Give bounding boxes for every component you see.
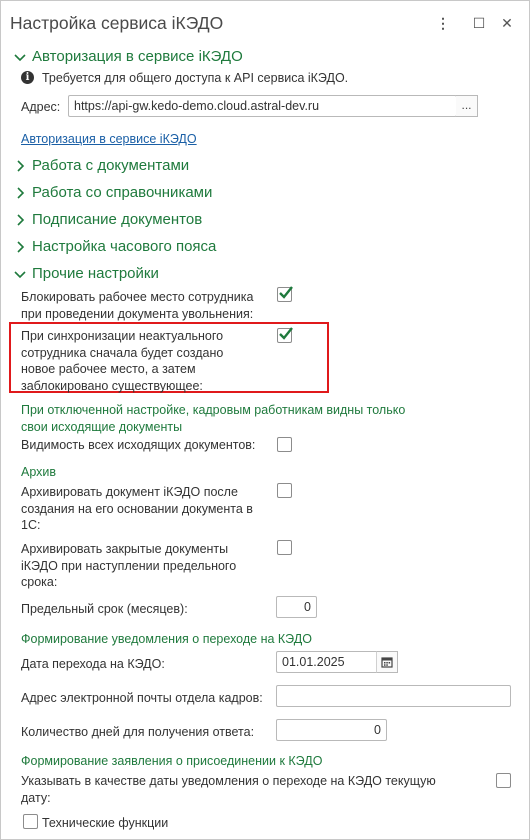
limit-label: Предельный срок (месяцев): [21, 602, 188, 616]
visibility-hint-line1: При отключенной настройке, кадровым рабо… [21, 403, 406, 417]
chevron-down-icon [12, 266, 28, 282]
calendar-button[interactable] [376, 651, 398, 673]
sync-inactive-label-line2: сотрудника сначала будет создано [21, 345, 224, 360]
application-title: Формирование заявления о присоединении к… [21, 754, 323, 768]
address-select-button[interactable]: ... [456, 95, 478, 117]
sync-inactive-label: При синхронизации неактуального сотрудни… [21, 328, 223, 394]
section-signing-header[interactable]: Подписание документов [12, 211, 202, 228]
archive-closed-line3: срока: [21, 575, 58, 589]
email-input[interactable] [276, 685, 511, 707]
visibility-checkbox[interactable] [277, 437, 292, 452]
block-workplace-label: Блокировать рабочее место сотрудника при… [21, 289, 253, 322]
current-date-label-line1: Указывать в качестве даты уведомления о … [21, 774, 436, 788]
archive-after-create-line3: 1С: [21, 518, 41, 532]
sync-inactive-label-line4: заблокировано существующее: [21, 378, 203, 393]
archive-title: Архив [21, 465, 57, 479]
section-other-header[interactable]: Прочие настройки [12, 265, 159, 282]
chevron-down-icon [12, 49, 28, 65]
date-label: Дата перехода на КЭДО: [21, 657, 165, 671]
section-documents-header[interactable]: Работа с документами [12, 157, 189, 174]
info-icon: i [21, 71, 34, 84]
checkmark-icon [279, 286, 293, 299]
close-button[interactable]: ✕ [499, 15, 515, 31]
current-date-label: Указывать в качестве даты уведомления о … [21, 773, 436, 806]
chevron-right-icon [12, 185, 28, 201]
archive-after-create-line2: создания на его основании документа в [21, 501, 253, 516]
current-date-label-line2: дату: [21, 790, 51, 805]
block-workplace-label-line2: при проведении документа увольнения: [21, 306, 254, 321]
archive-after-create-label: Архивировать документ iКЭДО после создан… [21, 484, 253, 534]
address-label: Адрес: [21, 100, 61, 114]
chevron-right-icon [12, 158, 28, 174]
sync-inactive-checkbox[interactable] [277, 327, 293, 343]
section-documents-title: Работа с документами [32, 157, 190, 174]
more-menu-button[interactable]: ⋮ [435, 15, 451, 31]
current-date-checkbox[interactable] [496, 773, 511, 788]
chevron-right-icon [12, 239, 28, 255]
auth-link[interactable]: Авторизация в сервисе iКЭДО [21, 132, 197, 146]
sync-inactive-label-line3: новое рабочее место, а затем [21, 362, 196, 376]
address-input[interactable]: https://api-gw.kedo-demo.cloud.astral-de… [68, 95, 457, 117]
settings-window: Настройка сервиса iКЭДО ⋮ ☐ ✕ Авторизаци… [0, 0, 530, 840]
maximize-button[interactable]: ☐ [471, 15, 487, 31]
visibility-label: Видимость всех исходящих документов: [21, 438, 256, 452]
auth-info-text: Требуется для общего доступа к API серви… [42, 71, 349, 85]
section-auth-header[interactable]: Авторизация в сервисе iКЭДО [12, 48, 243, 65]
notification-title: Формирование уведомления о переходе на К… [21, 632, 312, 646]
tech-functions-label: Технические функции [42, 816, 169, 830]
limit-input[interactable]: 0 [276, 596, 317, 618]
date-input[interactable]: 01.01.2025 [276, 651, 378, 673]
archive-after-create-line1: Архивировать документ iКЭДО после [21, 485, 238, 499]
archive-closed-checkbox[interactable] [277, 540, 292, 555]
block-workplace-label-line1: Блокировать рабочее место сотрудника [21, 290, 254, 304]
block-workplace-checkbox[interactable] [277, 286, 293, 302]
section-auth-title: Авторизация в сервисе iКЭДО [32, 48, 243, 65]
section-signing-title: Подписание документов [32, 211, 203, 228]
section-other-title: Прочие настройки [32, 265, 159, 282]
calendar-icon [381, 657, 393, 668]
window-title: Настройка сервиса iКЭДО [10, 13, 224, 33]
section-timezone-header[interactable]: Настройка часового пояса [12, 238, 216, 255]
section-references-title: Работа со справочниками [32, 184, 213, 201]
section-references-header[interactable]: Работа со справочниками [12, 184, 212, 201]
section-timezone-title: Настройка часового пояса [32, 238, 217, 255]
tech-functions-checkbox[interactable] [23, 814, 38, 829]
archive-closed-label: Архивировать закрытые документы iКЭДО пр… [21, 541, 236, 591]
sync-inactive-label-line1: При синхронизации неактуального [21, 329, 224, 343]
chevron-right-icon [12, 212, 28, 228]
visibility-hint-line2: свои исходящие документы [21, 419, 183, 434]
email-label: Адрес электронной почты отдела кадров: [21, 691, 263, 705]
checkmark-icon [279, 327, 293, 340]
days-input[interactable]: 0 [276, 719, 387, 741]
archive-after-create-checkbox[interactable] [277, 483, 292, 498]
days-label: Количество дней для получения ответа: [21, 725, 255, 739]
archive-closed-line2: iКЭДО при наступлении предельного [21, 558, 237, 573]
visibility-hint: При отключенной настройке, кадровым рабо… [21, 402, 405, 435]
archive-closed-line1: Архивировать закрытые документы [21, 542, 229, 556]
